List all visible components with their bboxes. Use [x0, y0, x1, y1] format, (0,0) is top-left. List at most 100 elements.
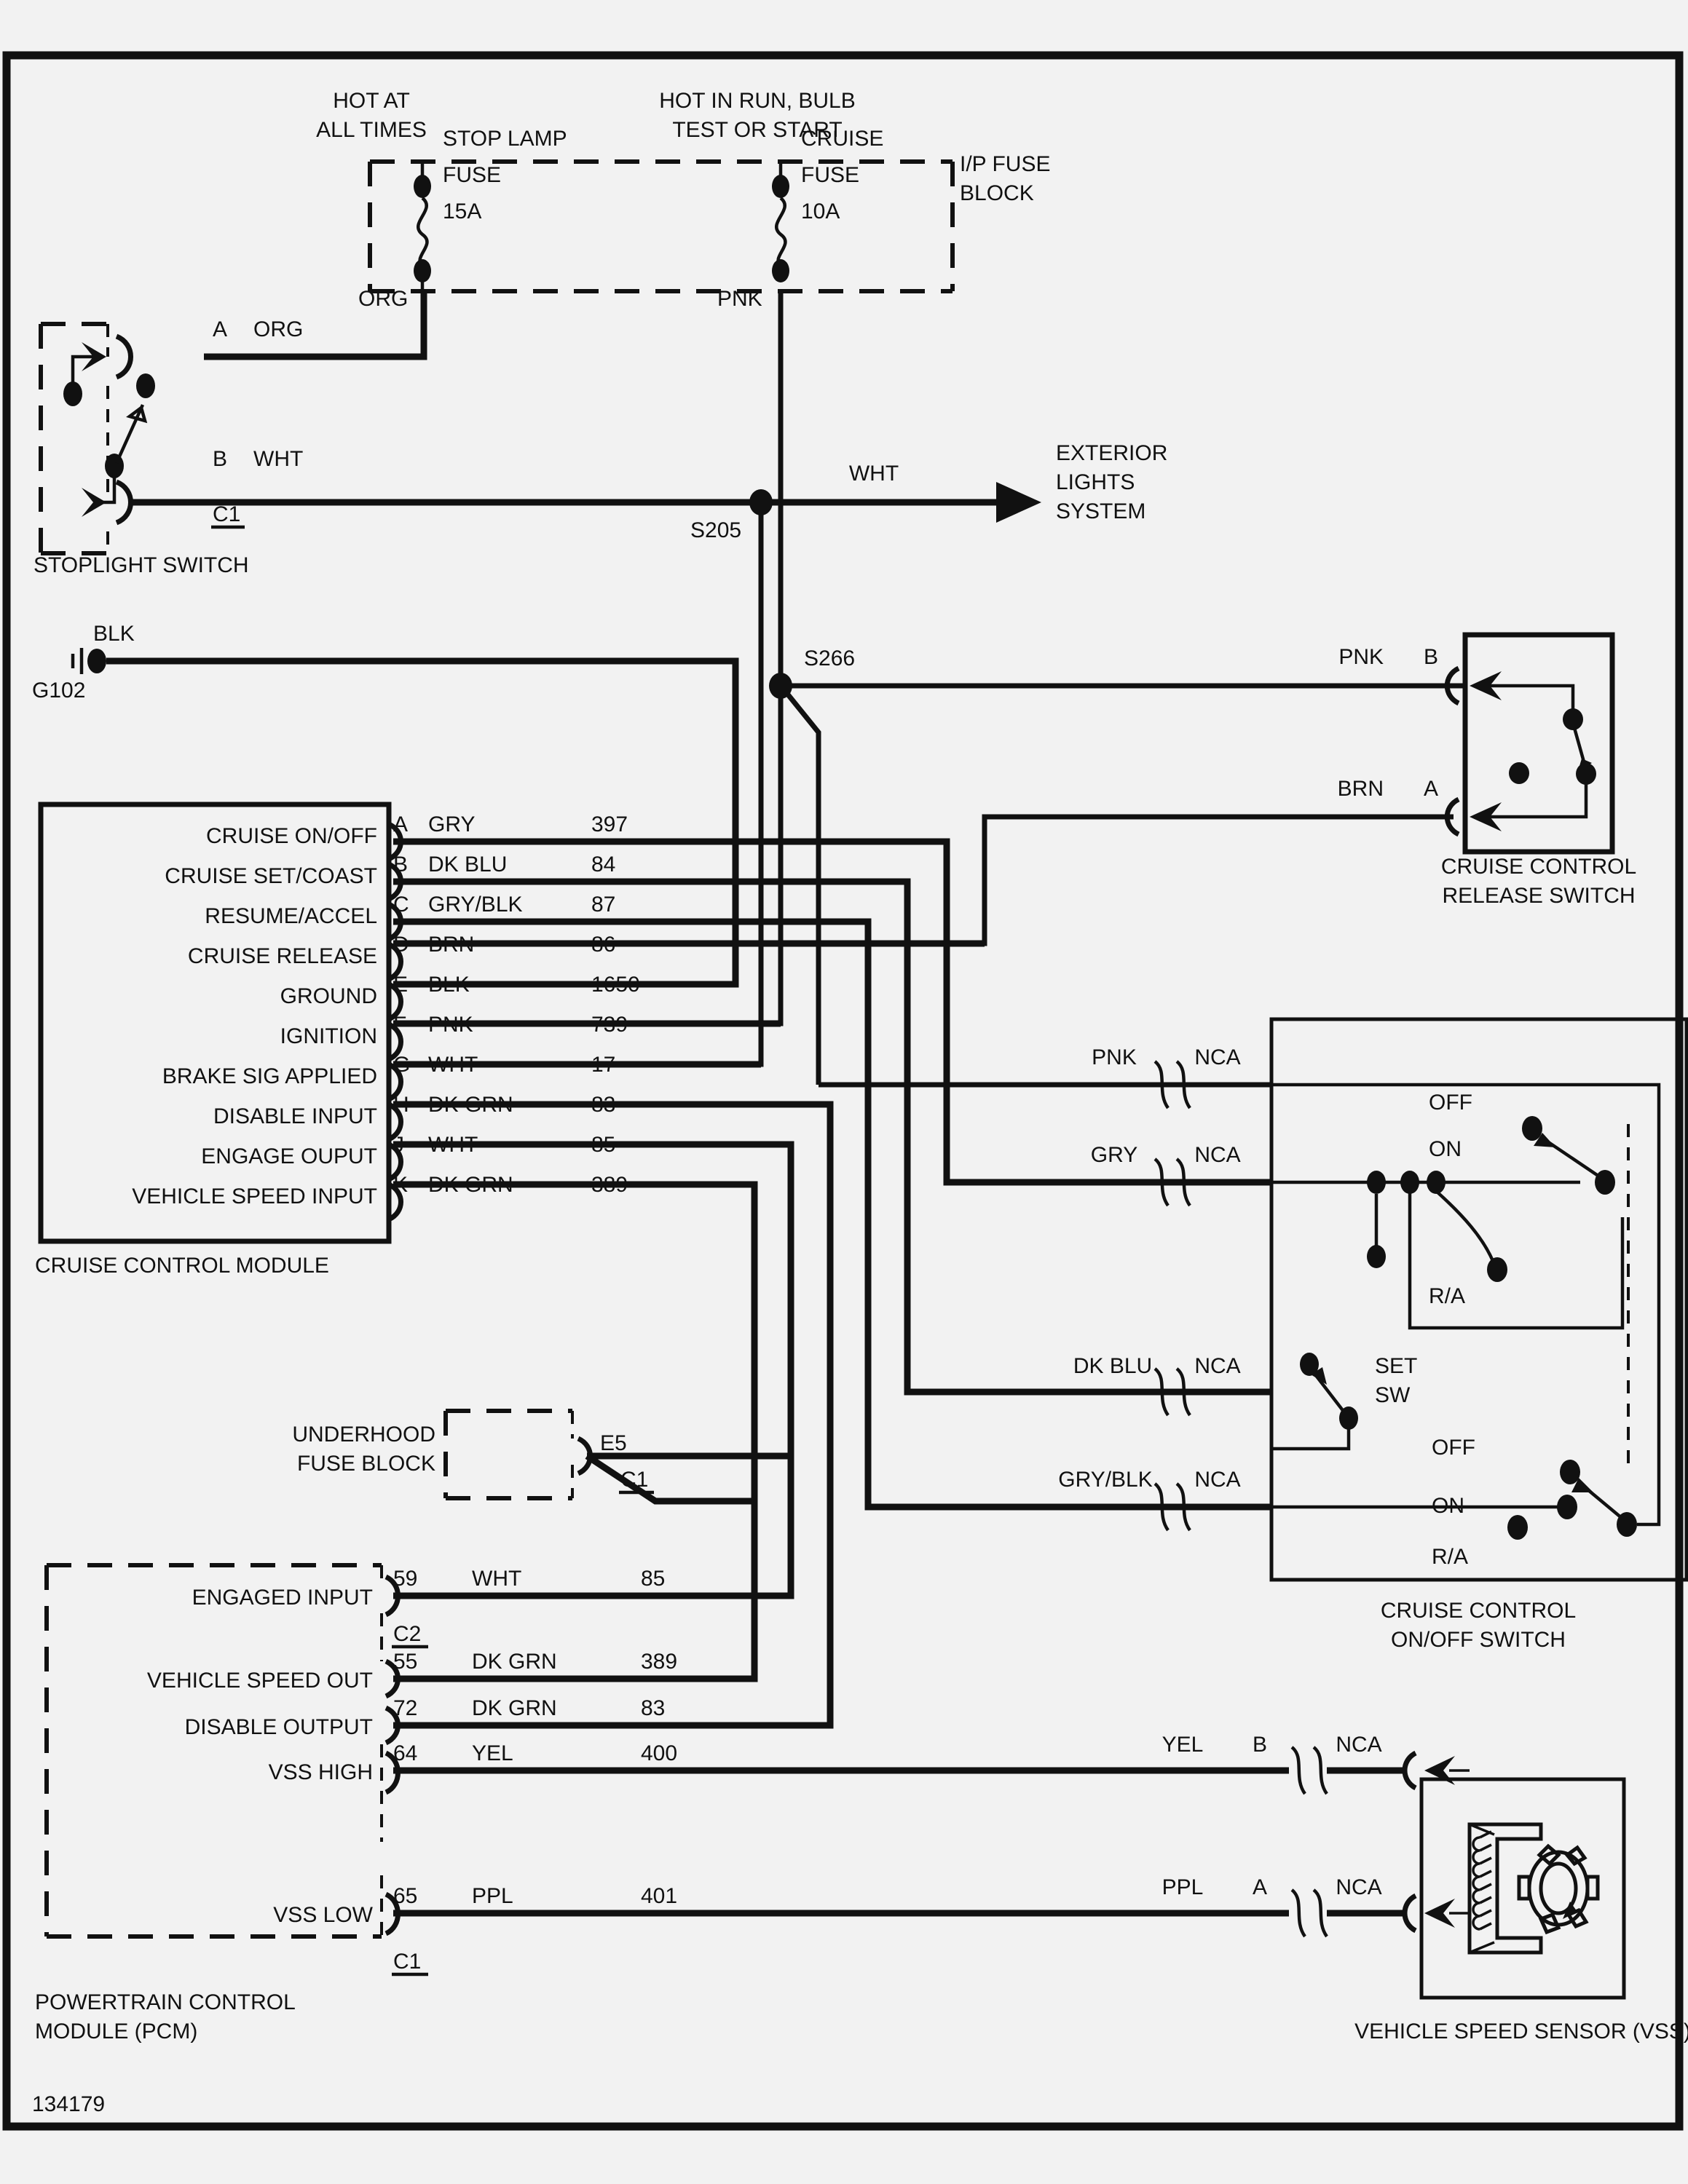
vss-connector-break-ppl-right: [1312, 1888, 1328, 1938]
exterior-lights-line2: LIGHTS: [1056, 470, 1135, 494]
vss-coil-windings-lines: [1479, 1830, 1492, 1931]
pcm-color-64: YEL: [472, 1741, 513, 1765]
vss-wire-yel: YEL: [1162, 1733, 1204, 1757]
release-switch-pin-b: B: [1424, 645, 1438, 669]
onoff-switch-connector-dkblu: NCA: [1194, 1354, 1240, 1378]
onoff-switch-upper-ra-arm: [1435, 1190, 1495, 1262]
cruise-fuse-bottom-terminal: [772, 259, 789, 282]
underhood-fuse-block-label-line1: UNDERHOOD: [292, 1423, 435, 1447]
ccm-color-c: GRY/BLK: [428, 893, 523, 917]
vss-rotor-tooth-6: [1517, 1875, 1531, 1901]
ccm-circuit-a: 397: [591, 812, 628, 836]
wire-dkgrn83-ccm-h-to-pcm: [393, 1101, 834, 1729]
hot-all-times-line2: ALL TIMES: [316, 118, 427, 142]
release-switch-wire-a: BRN: [1338, 777, 1384, 801]
wiring-diagram-page: HOT AT ALL TIMES HOT IN RUN, BULB TEST O…: [0, 0, 1688, 2184]
onoff-switch-set-lead-to-bus: [1271, 1425, 1351, 1451]
vss-connector-b-bracket: [1402, 1750, 1417, 1791]
wire-underhood-e5-diagonal: [585, 1453, 754, 1505]
onoff-switch-lower-off-contact-dot: [1560, 1460, 1580, 1484]
cruise-control-module-name: CRUISE CONTROL MODULE: [35, 1254, 329, 1278]
pcm-circuit-72: 83: [641, 1696, 665, 1720]
release-switch-upper-contact-dot: [1563, 708, 1583, 730]
release-switch-arm: [1572, 727, 1587, 765]
cruise-fuse-rating: 10A: [801, 199, 840, 223]
stoplight-switch-arm: [114, 404, 145, 464]
pcm-connector-c1: C1: [393, 1950, 421, 1974]
ccm-function-k: VEHICLE SPEED INPUT: [132, 1184, 377, 1208]
ground-g102-dot: [87, 649, 106, 673]
cruise-fuse-name-line1: CRUISE: [801, 127, 883, 151]
hot-all-times-line1: HOT AT: [333, 89, 410, 113]
release-switch-wire-b: PNK: [1338, 645, 1384, 669]
ground-g102-label: G102: [32, 678, 85, 703]
stoplight-switch-terminal-b-arrow: [82, 488, 106, 517]
pcm-pin-row-55: VEHICLE SPEED OUT 55 DK GRN 389: [147, 1650, 677, 1699]
pcm-color-55: DK GRN: [472, 1650, 557, 1674]
vss-wire-ppl: PPL: [1162, 1875, 1204, 1899]
ccm-pin-row-j: ENGAGE OUPUT J WHT 85: [201, 1133, 615, 1182]
vss-connector-break-ppl-left: [1290, 1888, 1306, 1938]
ground-blk-wire-label: BLK: [93, 622, 135, 646]
pcm-pin-row-72: DISABLE OUTPUT 72 DK GRN 83: [185, 1696, 665, 1746]
stop-lamp-fuse-element: [417, 197, 429, 268]
onoff-switch-wire-dkblu: DK BLU: [1073, 1354, 1152, 1378]
stoplight-switch-pin-b: B: [213, 447, 227, 471]
release-switch-center-dot: [1509, 762, 1529, 784]
onoff-switch-upper-ra-label: R/A: [1429, 1284, 1465, 1308]
pcm-function-vss-low: VSS LOW: [273, 1903, 373, 1927]
vss-connector-break-yel-left: [1290, 1746, 1306, 1795]
ccm-function-j: ENGAGE OUPUT: [201, 1144, 377, 1168]
pcm-function-vss-high: VSS HIGH: [269, 1760, 373, 1784]
onoff-switch-upper-on-label: ON: [1429, 1137, 1462, 1161]
vss-rotor-tooth-2: [1564, 1845, 1588, 1867]
pcm-function-vehicle-speed-out: VEHICLE SPEED OUT: [147, 1669, 373, 1693]
stop-lamp-fuse-name-line2: FUSE: [443, 163, 501, 187]
pcm-color-65: PPL: [472, 1884, 513, 1908]
onoff-switch-on-tap-dot: [1400, 1171, 1419, 1194]
pcm-connector-c2: C2: [393, 1622, 421, 1646]
cruise-fuse-name-line2: FUSE: [801, 163, 859, 187]
release-switch-name-line1: CRUISE CONTROL: [1441, 855, 1636, 879]
ccm-function-b: CRUISE SET/COAST: [165, 864, 377, 888]
ip-fuse-block-label-line1: I/P FUSE: [960, 152, 1050, 176]
pcm-name-line1: POWERTRAIN CONTROL: [35, 1990, 296, 2014]
onoff-switch-lower-off-label: OFF: [1432, 1436, 1475, 1460]
hot-in-run-line1: HOT IN RUN, BULB: [659, 89, 856, 113]
ccm-pin-row-k: VEHICLE SPEED INPUT K DK GRN 389: [132, 1173, 628, 1222]
cruise-control-wiring-diagram: HOT AT ALL TIMES HOT IN RUN, BULB TEST O…: [2, 51, 1688, 2131]
onoff-switch-upper-off-contact-dot: [1522, 1116, 1542, 1141]
ccm-pin-row-h: DISABLE INPUT H DK GRN 83: [213, 1093, 615, 1142]
ccm-function-c: RESUME/ACCEL: [205, 904, 377, 928]
stoplight-switch-connector-label: C1: [213, 502, 240, 526]
onoff-switch-connector-gry: NCA: [1194, 1143, 1240, 1167]
release-switch-name-line2: RELEASE SWITCH: [1442, 884, 1635, 908]
vss-connector-ppl: NCA: [1336, 1875, 1381, 1899]
onoff-switch-upper-off-label: OFF: [1429, 1091, 1472, 1115]
org-wire-label-fuse: ORG: [358, 287, 408, 311]
onoff-switch-set-label-line1: SET: [1375, 1354, 1417, 1378]
release-switch-lower-lead: [1490, 780, 1588, 819]
vss-pin-a: A: [1253, 1875, 1267, 1899]
cruise-fuse-top-terminal: [772, 175, 789, 198]
pnk-wire-label-fuse: PNK: [717, 287, 762, 311]
pcm-circuit-65: 401: [641, 1884, 677, 1908]
cruise-fuse-element: [775, 197, 787, 268]
pcm-color-72: DK GRN: [472, 1696, 557, 1720]
pcm-circuit-64: 400: [641, 1741, 677, 1765]
ccm-function-d: CRUISE RELEASE: [188, 944, 377, 968]
splice-s266-label: S266: [804, 646, 855, 670]
onoff-switch-connector-gryblk: NCA: [1194, 1468, 1240, 1492]
wire-pnk-branch-down: [786, 692, 821, 1085]
onoff-switch-set-arm: [1314, 1373, 1346, 1414]
ccm-circuit-b: 84: [591, 852, 615, 877]
wire-blk-ground-to-ccm: [106, 657, 739, 988]
stoplight-switch-pivot-upper-dot: [136, 373, 155, 398]
ccm-circuit-c: 87: [591, 893, 615, 917]
ccm-function-e: GROUND: [280, 984, 377, 1008]
onoff-switch-wire-gry: GRY: [1091, 1143, 1137, 1167]
ccm-color-b: DK BLU: [428, 852, 507, 877]
vss-connector-yel: NCA: [1336, 1733, 1381, 1757]
ccm-pin-row-c: RESUME/ACCEL C GRY/BLK 87: [205, 893, 615, 942]
figure-number: 134179: [32, 2092, 105, 2116]
